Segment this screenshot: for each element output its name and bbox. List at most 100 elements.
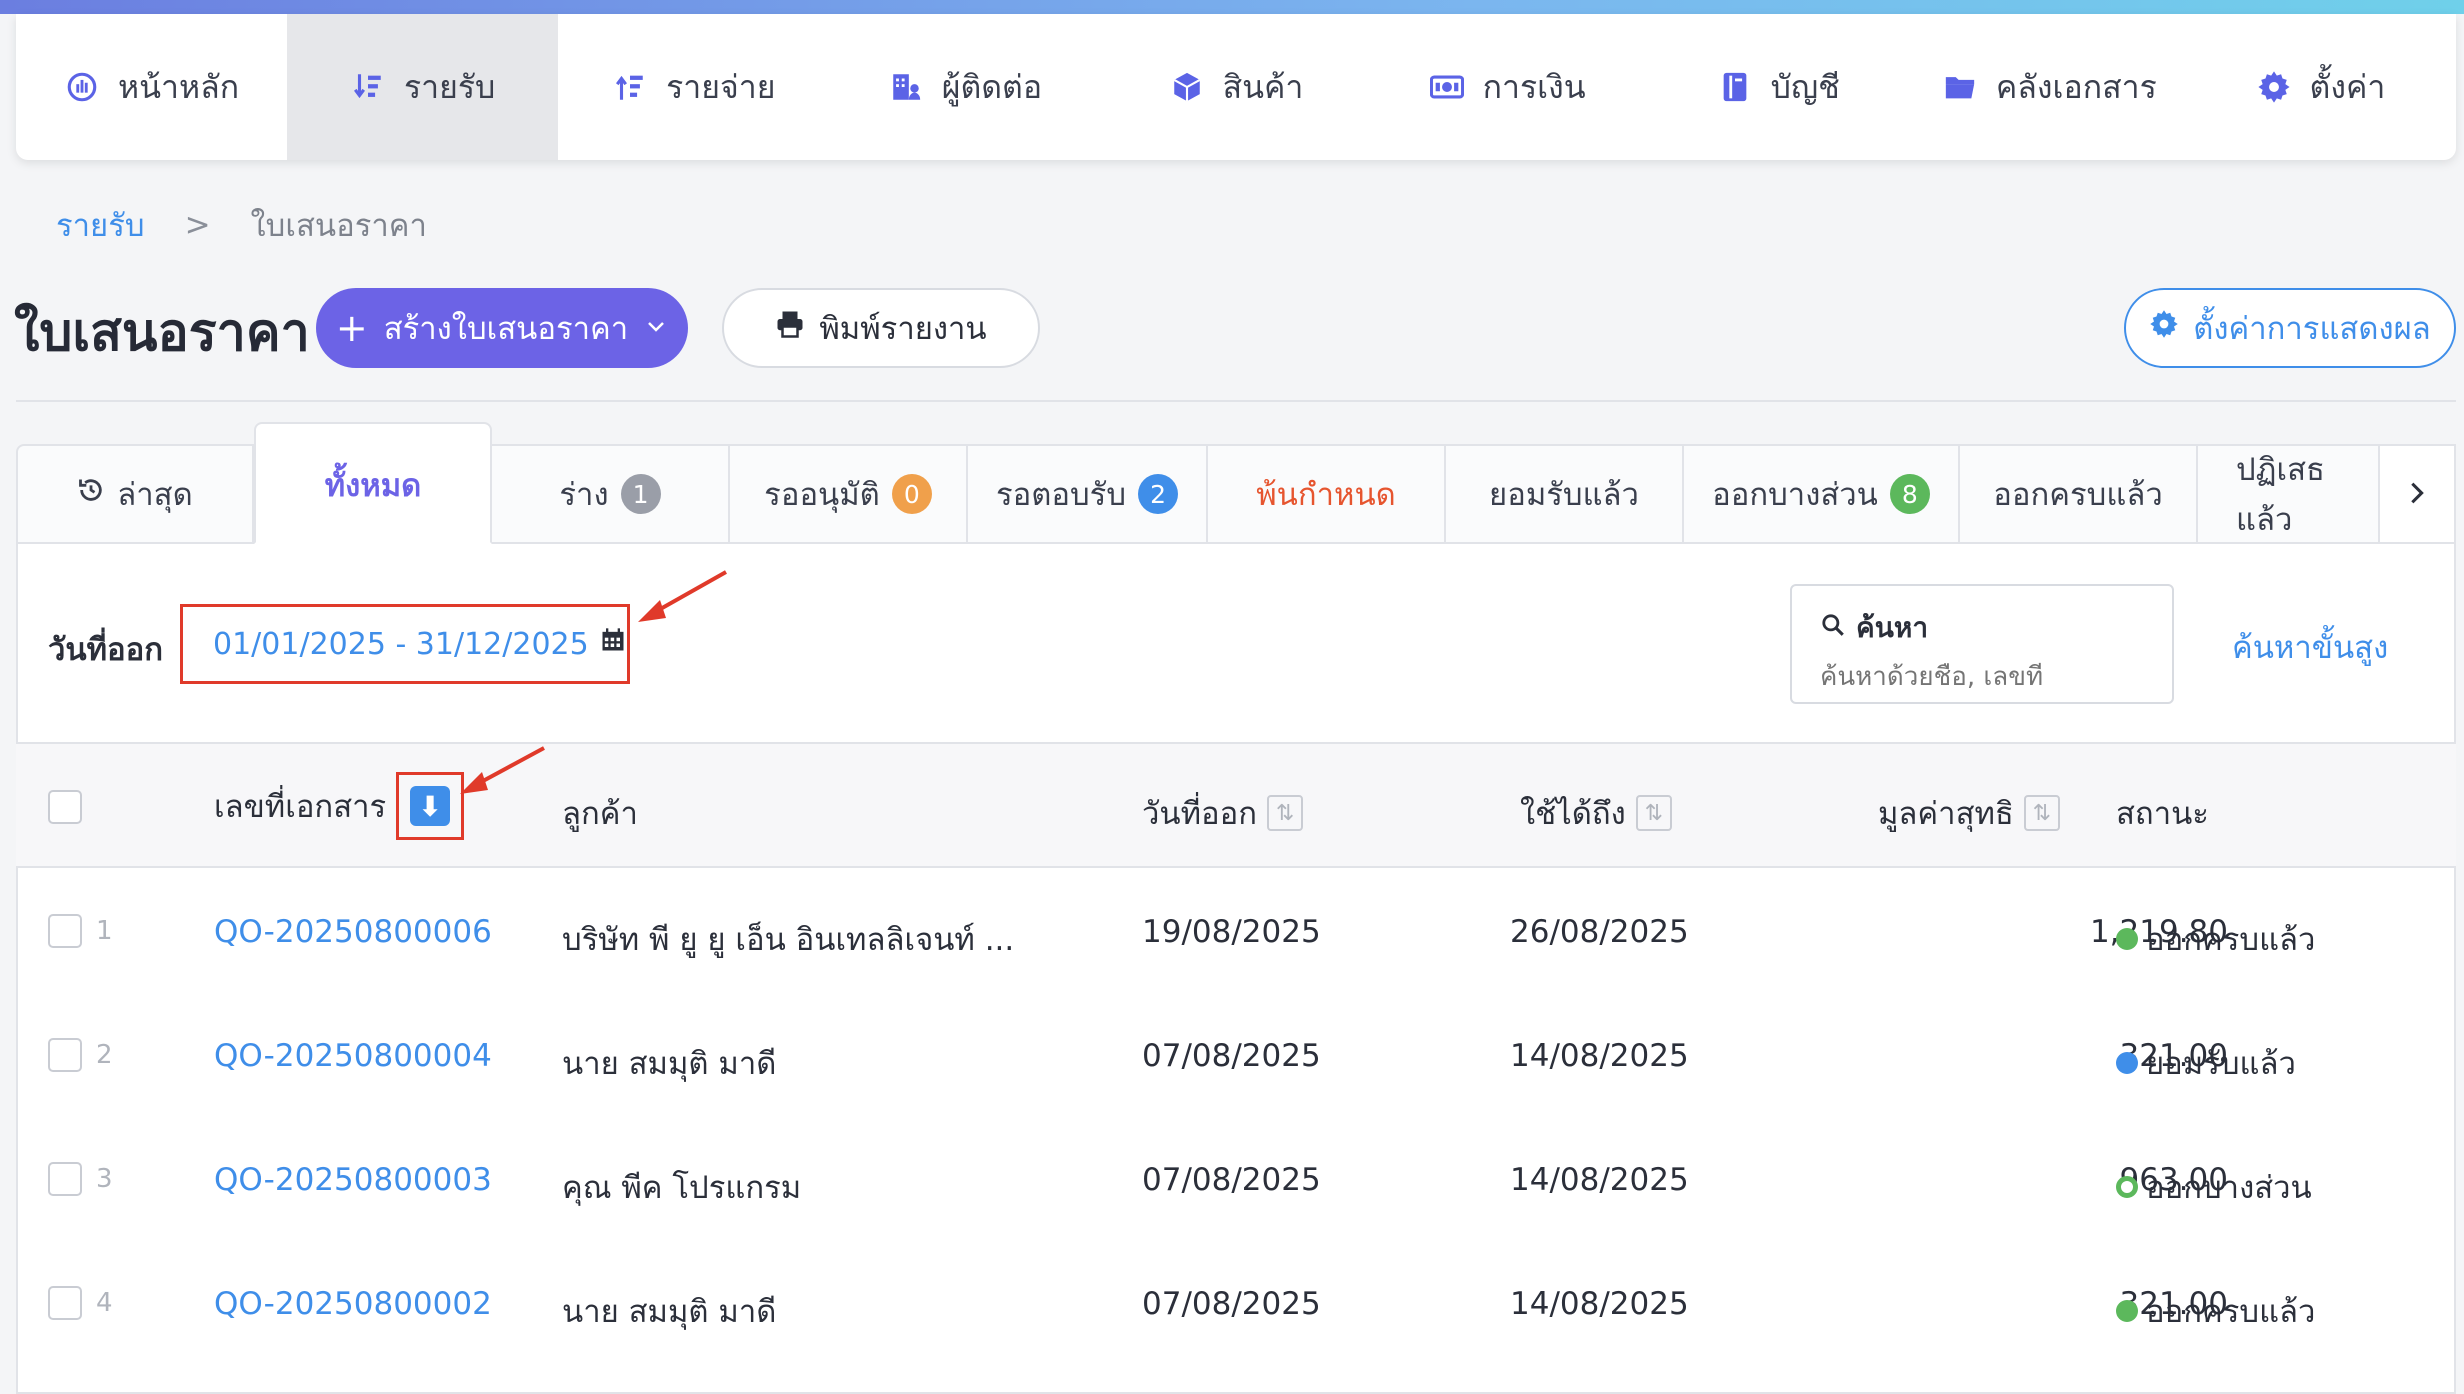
contacts-building-icon: [888, 69, 924, 105]
column-header-doc-no[interactable]: เลขที่เอกสาร ⬇: [214, 772, 465, 840]
column-label: เลขที่เอกสาร: [214, 789, 387, 825]
valid-until-date: 14/08/2025: [1510, 1286, 1689, 1322]
row-select: 4: [48, 1286, 113, 1320]
tab-count-badge: 8: [1889, 474, 1930, 514]
advanced-search-link[interactable]: ค้นหาขั้นสูง: [2232, 622, 2388, 672]
sort-icon[interactable]: ⇅: [2023, 795, 2060, 831]
nav-label: รายรับ: [403, 67, 496, 106]
column-header-valid-until[interactable]: ใช้ได้ถึง ⇅: [1520, 788, 1672, 838]
row-number: 4: [96, 1288, 113, 1318]
nav-item-expense[interactable]: รายจ่าย: [558, 14, 829, 160]
sort-icon[interactable]: ⇅: [1635, 795, 1672, 831]
search-title: ค้นหา: [1820, 606, 2144, 650]
valid-until-date: 14/08/2025: [1510, 1038, 1689, 1074]
document-number-link[interactable]: QO-20250800006: [214, 914, 492, 950]
nav-item-home[interactable]: หน้าหลัก: [16, 14, 287, 160]
printer-icon: [775, 309, 805, 347]
print-report-button[interactable]: พิมพ์รายงาน: [722, 288, 1040, 368]
status-ring-icon: [2116, 1176, 2138, 1198]
document-number-link[interactable]: QO-20250800004: [214, 1038, 492, 1074]
tab-fully-issued[interactable]: ออกครบแล้ว: [1960, 444, 2198, 544]
document-number-link[interactable]: QO-20250800003: [214, 1162, 492, 1198]
nav-label: หน้าหลัก: [118, 67, 240, 106]
issue-date: 07/08/2025: [1142, 1162, 1321, 1198]
checkbox[interactable]: [48, 914, 82, 948]
tab-label: ล่าสุด: [117, 477, 193, 513]
checkbox[interactable]: [48, 1038, 82, 1072]
tab-awaiting-response[interactable]: รอตอบรับ 2: [968, 444, 1208, 544]
issue-date-filter-label: วันที่ออก: [48, 632, 164, 668]
dashboard-icon: [64, 69, 100, 105]
table-row[interactable]: 3 QO-20250800003 คุณ พีค โปรแกรม 07/08/2…: [16, 1118, 2456, 1242]
tab-awaiting-approval[interactable]: รออนุมัติ 0: [730, 444, 968, 544]
nav-item-settings[interactable]: ตั้งค่า: [2185, 14, 2456, 160]
table-row[interactable]: 1 QO-20250800006 บริษัท พี ยู ยู เอ็น อิ…: [16, 870, 2456, 994]
product-box-icon: [1169, 69, 1205, 105]
annotation-arrow-icon: [638, 570, 727, 622]
customer-name: นาย สมมุติ มาดี: [562, 1294, 777, 1330]
status-badge: ออกบางส่วน: [2116, 1162, 2312, 1212]
tab-draft[interactable]: ร่าง 1: [492, 444, 730, 544]
tab-latest[interactable]: ล่าสุด: [16, 444, 254, 544]
page-title: ใบเสนอราคา: [14, 303, 310, 363]
create-button-label: สร้างใบเสนอราคา: [383, 311, 629, 347]
table-row[interactable]: 4 QO-20250800002 นาย สมมุติ มาดี 07/08/2…: [16, 1242, 2456, 1366]
chevron-right-icon: [2403, 471, 2431, 517]
column-header-issue-date[interactable]: วันที่ออก ⇅: [1142, 788, 1304, 838]
row-select: 2: [48, 1038, 113, 1072]
tab-label: รอตอบรับ: [995, 477, 1127, 513]
date-range-picker[interactable]: 01/01/2025 - 31/12/2025: [180, 604, 630, 684]
sort-descending-icon[interactable]: ⬇: [410, 786, 451, 826]
column-header-net-value[interactable]: มูลค่าสุทธิ ⇅: [1878, 788, 2060, 838]
valid-until-date: 26/08/2025: [1510, 914, 1689, 950]
nav-label: สินค้า: [1222, 67, 1304, 106]
select-all-checkbox[interactable]: [48, 790, 82, 824]
search-input[interactable]: [1820, 662, 2144, 692]
status-dot-icon: [2116, 1052, 2138, 1074]
breadcrumb-parent-link[interactable]: รายรับ: [56, 200, 145, 250]
history-icon: [77, 476, 105, 512]
search-box[interactable]: ค้นหา: [1790, 584, 2174, 704]
breadcrumb-separator: >: [184, 207, 211, 243]
folder-icon: [1942, 69, 1978, 105]
tab-accepted[interactable]: ยอมรับแล้ว: [1446, 444, 1684, 544]
create-quotation-button[interactable]: + สร้างใบเสนอราคา: [316, 288, 688, 368]
nav-label: คลังเอกสาร: [1995, 67, 2157, 106]
income-sort-icon: [350, 69, 386, 105]
table-row[interactable]: 2 QO-20250800004 นาย สมมุติ มาดี 07/08/2…: [16, 994, 2456, 1118]
checkbox[interactable]: [48, 1162, 82, 1196]
tab-partially-issued[interactable]: ออกบางส่วน 8: [1684, 444, 1960, 544]
column-header-customer: ลูกค้า: [562, 788, 638, 838]
nav-item-documents[interactable]: คลังเอกสาร: [1914, 14, 2185, 160]
tab-rejected[interactable]: ปฏิเสธแล้ว: [2198, 444, 2380, 544]
gear-icon: [2149, 309, 2179, 347]
sort-icon[interactable]: ⇅: [1267, 795, 1304, 831]
status-label: ออกครบแล้ว: [2146, 922, 2316, 958]
top-gradient-strip: [0, 0, 2464, 14]
status-tabs: ล่าสุด ทั้งหมด ร่าง 1 รออนุมัติ 0 รอตอบร…: [16, 422, 2456, 544]
tabs-scroll-right-button[interactable]: [2380, 444, 2456, 544]
tab-label: ออกบางส่วน: [1712, 477, 1878, 513]
row-select: 1: [48, 914, 113, 948]
checkbox[interactable]: [48, 790, 82, 824]
issue-date: 07/08/2025: [1142, 1286, 1321, 1322]
display-settings-button[interactable]: ตั้งค่าการแสดงผล: [2124, 288, 2456, 368]
tab-count-badge: 1: [620, 474, 661, 514]
nav-label: รายจ่าย: [666, 67, 776, 106]
issue-date: 19/08/2025: [1142, 914, 1321, 950]
header-divider: [16, 400, 2456, 402]
gear-icon: [2256, 69, 2292, 105]
status-badge: ยอมรับแล้ว: [2116, 1038, 2296, 1088]
tab-count-badge: 2: [1138, 474, 1179, 514]
tab-overdue[interactable]: พ้นกำหนด: [1208, 444, 1446, 544]
nav-item-contacts[interactable]: ผู้ติดต่อ: [829, 14, 1100, 160]
date-range-value: 01/01/2025 - 31/12/2025: [213, 626, 589, 662]
nav-item-products[interactable]: สินค้า: [1100, 14, 1371, 160]
customer-name: บริษัท พี ยู ยู เอ็น อินเทลลิเจนท์ ...: [562, 922, 1015, 958]
nav-item-income[interactable]: รายรับ: [287, 14, 559, 160]
nav-item-finance[interactable]: การเงิน: [1372, 14, 1643, 160]
nav-item-accounting[interactable]: บัญชี: [1643, 14, 1914, 160]
checkbox[interactable]: [48, 1286, 82, 1320]
tab-all[interactable]: ทั้งหมด: [254, 422, 492, 544]
document-number-link[interactable]: QO-20250800002: [214, 1286, 492, 1322]
